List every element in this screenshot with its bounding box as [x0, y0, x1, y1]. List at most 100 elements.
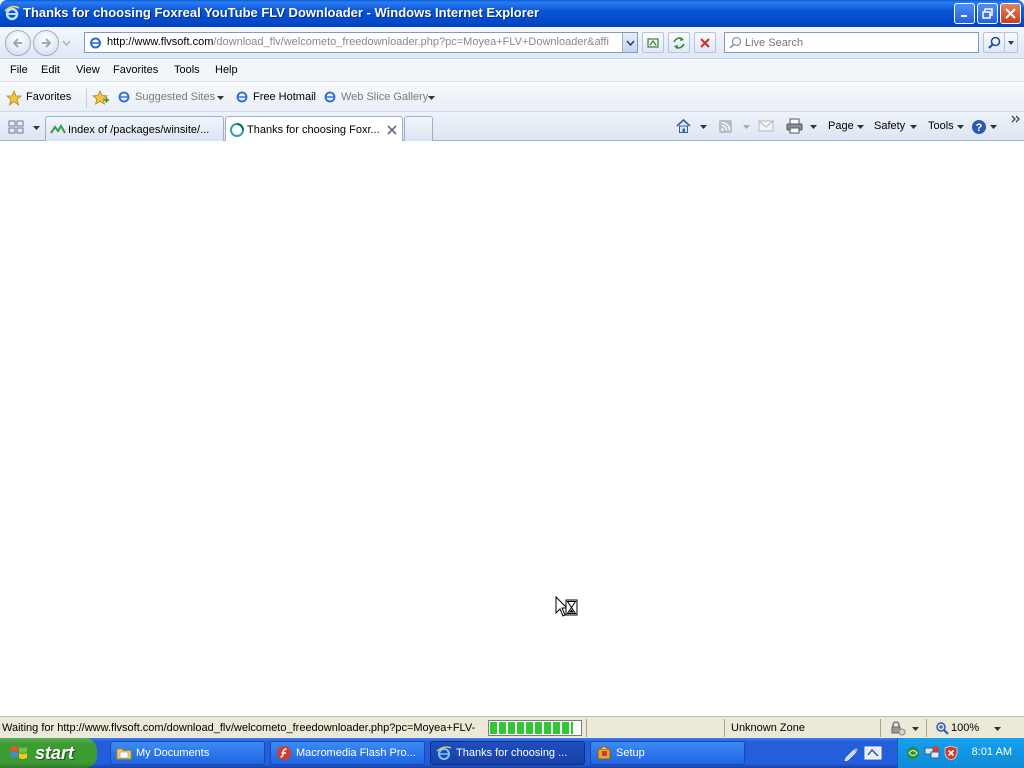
menu-file[interactable]: File: [10, 64, 28, 76]
address-dropdown-button[interactable]: [622, 33, 637, 52]
menu-help[interactable]: Help: [215, 64, 238, 76]
pen-tool-icon[interactable]: [843, 745, 859, 761]
mail-icon: [758, 120, 774, 132]
flash-app-icon: [277, 746, 291, 760]
favorites-label: Favorites: [26, 91, 72, 103]
printer-icon: [786, 118, 803, 134]
taskbar-item-my-documents[interactable]: My Documents: [110, 741, 265, 765]
more-commands-chevron-icon[interactable]: [1011, 115, 1021, 123]
page-load-progress: [488, 720, 582, 736]
forward-button[interactable]: [33, 30, 59, 56]
page-favicon-icon: [50, 124, 66, 134]
taskbar-item-macromedia-flash[interactable]: Macromedia Flash Pro...: [270, 741, 425, 765]
tab-list-dropdown-icon[interactable]: [33, 126, 40, 131]
stop-button[interactable]: [694, 32, 716, 53]
separator: [586, 719, 587, 737]
taskbar-item-setup[interactable]: Setup: [590, 741, 745, 765]
safety-menu-label: Safety: [874, 120, 906, 132]
chevron-down-icon: [912, 727, 919, 731]
protected-mode-button[interactable]: [888, 719, 922, 737]
read-mail-button[interactable]: [758, 116, 778, 138]
star-icon: [6, 90, 22, 106]
zoom-level: 100%: [951, 722, 980, 734]
loading-spinner-icon: [230, 123, 244, 137]
close-tab-icon[interactable]: [387, 125, 397, 135]
taskbar-item-label: Setup: [616, 747, 645, 759]
tools-menu-label: Tools: [928, 120, 954, 132]
new-tab-button[interactable]: [404, 116, 433, 141]
taskbar: start My Documents Macromedia Flash Pro.…: [0, 738, 1024, 768]
tab-thanks-for-choosing[interactable]: Thanks for choosing Foxr...: [225, 116, 403, 142]
quick-tabs-button[interactable]: [6, 118, 30, 138]
network-connection-icon[interactable]: [924, 745, 940, 761]
home-button[interactable]: [675, 116, 709, 138]
setup-icon: [597, 745, 611, 760]
chevron-down-icon: [743, 125, 750, 129]
keyboard-language-icon[interactable]: [864, 745, 882, 761]
address-url[interactable]: http://www.flvsoft.com/download_flv/welc…: [107, 36, 619, 48]
favorite-web-slice-gallery[interactable]: Web Slice Gallery: [323, 88, 437, 108]
taskbar-item-label: Macromedia Flash Pro...: [296, 747, 416, 759]
menu-edit[interactable]: Edit: [41, 64, 60, 76]
security-zone[interactable]: Unknown Zone: [731, 722, 805, 734]
minimize-icon: [961, 15, 967, 17]
start-label: start: [35, 742, 75, 763]
tab-label: Index of /packages/winsite/...: [68, 124, 210, 136]
page-content[interactable]: [0, 141, 1024, 716]
security-alert-icon[interactable]: [943, 745, 959, 761]
ie-page-icon: [236, 91, 248, 103]
recent-pages-dropdown-icon[interactable]: [62, 40, 71, 46]
ie-logo-icon: [4, 5, 20, 21]
search-box[interactable]: [724, 32, 979, 53]
close-icon: [1005, 8, 1016, 19]
home-icon: [676, 118, 691, 133]
favorite-label: Free Hotmail: [253, 91, 316, 103]
title-bar[interactable]: Thanks for choosing Foxreal YouTube FLV …: [0, 0, 1024, 27]
refresh-button[interactable]: [668, 32, 690, 53]
tab-index-packages[interactable]: Index of /packages/winsite/...: [45, 116, 224, 141]
add-to-favorites-icon[interactable]: [92, 89, 109, 106]
minimize-button[interactable]: [954, 3, 975, 24]
navigation-bar: http://www.flvsoft.com/download_flv/welc…: [0, 27, 1024, 59]
system-tray: 8:01 AM: [897, 738, 1024, 768]
tools-menu-button[interactable]: Tools: [928, 116, 966, 138]
print-button[interactable]: [786, 116, 818, 138]
safety-menu-button[interactable]: Safety: [874, 116, 919, 138]
folder-icon: [116, 748, 132, 760]
menu-favorites[interactable]: Favorites: [113, 64, 158, 76]
favorite-free-hotmail[interactable]: Free Hotmail: [235, 88, 319, 108]
search-button[interactable]: [983, 32, 1005, 53]
compatibility-view-button[interactable]: [642, 32, 664, 53]
search-options-button[interactable]: [1004, 32, 1018, 53]
zoom-level-button[interactable]: 100%: [933, 719, 1008, 737]
ie-page-icon: [324, 91, 336, 103]
page-menu-button[interactable]: Page: [827, 116, 865, 138]
favorite-label: Suggested Sites: [135, 91, 216, 103]
rss-feed-icon: [719, 120, 732, 133]
feeds-button[interactable]: [718, 116, 752, 138]
network-tray-icon[interactable]: [905, 745, 921, 761]
separator: [926, 719, 927, 737]
window-title: Thanks for choosing Foxreal YouTube FLV …: [23, 5, 540, 20]
chevron-down-icon: [428, 96, 435, 100]
favorites-button[interactable]: Favorites: [6, 89, 82, 107]
ie-app-icon: [436, 746, 452, 760]
back-button[interactable]: [5, 30, 31, 56]
menu-view[interactable]: View: [76, 64, 100, 76]
address-bar[interactable]: http://www.flvsoft.com/download_flv/welc…: [84, 32, 638, 53]
close-button[interactable]: [1000, 3, 1021, 24]
zoom-magnifier-icon: [936, 722, 949, 735]
chevron-down-icon: [810, 125, 817, 129]
start-button[interactable]: start: [0, 738, 97, 768]
restore-button[interactable]: [977, 3, 998, 24]
taskbar-item-internet-explorer[interactable]: Thanks for choosing ...: [430, 741, 585, 765]
quick-tabs-icon: [8, 120, 24, 134]
status-bar: Waiting for http://www.flvsoft.com/downl…: [0, 716, 1024, 738]
clock[interactable]: 8:01 AM: [972, 746, 1012, 758]
search-input[interactable]: [745, 35, 973, 50]
menu-tools[interactable]: Tools: [174, 64, 200, 76]
favorite-suggested-sites[interactable]: Suggested Sites: [117, 88, 227, 108]
chevron-down-icon: [217, 96, 224, 100]
chevron-down-icon: [990, 125, 997, 129]
help-button[interactable]: ?: [971, 116, 999, 138]
